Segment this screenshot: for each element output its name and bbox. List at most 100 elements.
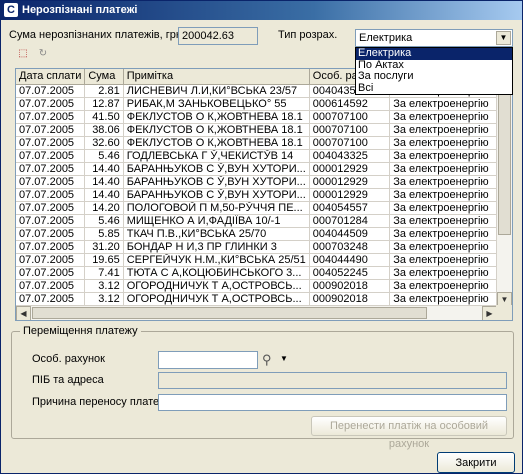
table-cell: За електроенергію	[389, 266, 512, 280]
table-cell: 000902018	[309, 292, 391, 306]
table-cell: СЕРГЕЙЧУК Н.М.,КИ°ВСЬКА 25/51	[123, 253, 310, 267]
horizontal-scrollbar[interactable]: ◀ ▶	[16, 305, 497, 320]
table-cell: 2.81	[84, 84, 124, 98]
table-cell: 07.07.2005	[16, 292, 86, 306]
table-cell: За електроенергію	[389, 240, 512, 254]
scroll-left-icon[interactable]: ◀	[16, 306, 31, 320]
table-body: 07.07.2005 2.81 ЛИСНЕВИЧ Л.И,КИ°ВСЬКА 23/5…	[16, 84, 512, 320]
table-row[interactable]: 07.07.2005 5.46 ГОДЛЕВСЬКА Г Ў,ЧЕКИСТЎВ 14…	[16, 149, 512, 163]
table-cell: 000703248	[309, 240, 391, 254]
type-select-value: Електрика	[359, 32, 413, 44]
table-row[interactable]: 07.07.2005 5.85 ТКАЧ П.В.,КИ°ВСЬКА 25/70 00…	[16, 227, 512, 241]
sum-value-field: 200042.63	[178, 27, 258, 45]
refresh-icon[interactable]: ↻	[36, 47, 50, 61]
chevron-down-icon[interactable]: ▼	[280, 354, 288, 363]
table-cell: 07.07.2005	[16, 214, 86, 228]
table-cell: 004043325	[309, 149, 391, 163]
table-row[interactable]: 07.07.2005 7.41 ТЮТА С А,КОЦЮБИНСЬКОГО 3..…	[16, 266, 512, 280]
table-row[interactable]: 07.07.2005 41.50 ФЕКЛУСТОВ О К,ЖОВТНЕВА 18…	[16, 110, 512, 124]
table-cell: 7.41	[84, 266, 124, 280]
vertical-scrollbar[interactable]: ▲ ▼	[496, 69, 512, 307]
table-cell: 004044509	[309, 227, 391, 241]
table-cell: 5.85	[84, 227, 124, 241]
table-cell: 3.12	[84, 279, 124, 293]
table-cell: РИБАК,М ЗАНЬКОВЕЦЬКО° 55	[123, 97, 310, 111]
table-cell: За електроенергію	[389, 201, 512, 215]
table-cell: За електроенергію	[389, 253, 512, 267]
account-input[interactable]	[158, 351, 258, 369]
table-cell: 004044490	[309, 253, 391, 267]
reason-input[interactable]	[158, 394, 507, 411]
type-select[interactable]: Електрика ▼	[355, 29, 513, 47]
close-button[interactable]: Закрити	[437, 452, 515, 473]
table-cell: 14.40	[84, 162, 124, 176]
table-row[interactable]: 07.07.2005 14.20 ПОЛОГОВОЙ П М,50-РЎЧЧЯ ПЕ…	[16, 201, 512, 215]
transfer-groupbox: Переміщення платежу Особ. рахунок ⚲ ▼ ПІ…	[11, 325, 514, 450]
table-cell: 5.46	[84, 149, 124, 163]
table-row[interactable]: 07.07.2005 14.40 БАРАНЊУКОВ С Ў,ВУН ХУТОРИ…	[16, 188, 512, 202]
export-icon[interactable]: ⬚	[16, 47, 30, 61]
type-label: Тип розрах.	[278, 29, 338, 41]
table-cell: 07.07.2005	[16, 240, 86, 254]
app-icon: C	[4, 3, 18, 17]
chevron-down-icon[interactable]: ▼	[496, 31, 511, 45]
table-cell: 07.07.2005	[16, 84, 86, 98]
table-cell: 32.60	[84, 136, 124, 150]
table-cell: 07.07.2005	[16, 110, 86, 124]
table-row[interactable]: 07.07.2005 12.87 РИБАК,М ЗАНЬКОВЕЦЬКО° 55 0…	[16, 97, 512, 111]
table-row[interactable]: 07.07.2005 3.12 ОГОРОДНИЧУК Т А,ОСТРОВСЬ..…	[16, 292, 512, 306]
table-cell: 000012929	[309, 162, 391, 176]
transfer-button[interactable]: Перенести платіж на особовий рахунок	[311, 416, 507, 450]
table-cell: 07.07.2005	[16, 175, 86, 189]
vertical-scroll-thumb[interactable]	[498, 85, 511, 235]
account-label: Особ. рахунок	[32, 353, 105, 365]
column-header[interactable]: Примітка	[123, 69, 310, 85]
column-header[interactable]: Дата сплати	[16, 69, 86, 85]
table-row[interactable]: 07.07.2005 3.12 ОГОРОДНИЧУК Т А,ОСТРОВСЬ..…	[16, 279, 512, 293]
table-row[interactable]: 07.07.2005 14.40 БАРАНЊУКОВ С Ў,ВУН ХУТОРИ…	[16, 175, 512, 189]
table-row[interactable]: 07.07.2005 38.06 ФЕКЛУСТОВ О К,ЖОВТНЕВА 18…	[16, 123, 512, 137]
table-cell: МИЩЕНКО А И,ФАДІЇВА 10/-1	[123, 214, 310, 228]
table-cell: 07.07.2005	[16, 123, 86, 137]
table-cell: 004052245	[309, 266, 391, 280]
table-cell: БАРАНЊУКОВ С Ў,ВУН ХУТОРИ...	[123, 175, 310, 189]
payments-table[interactable]: Дата сплатиСумаПриміткаОсоб. рахунокПриз…	[15, 68, 513, 321]
table-row[interactable]: 07.07.2005 19.65 СЕРГЕЙЧУК Н.М.,КИ°ВСЬКА 2…	[16, 253, 512, 267]
table-cell: 31.20	[84, 240, 124, 254]
scroll-right-icon[interactable]: ▶	[482, 306, 497, 320]
table-cell: 07.07.2005	[16, 162, 86, 176]
table-cell: ПОЛОГОВОЙ П М,50-РЎЧЧЯ ПЕ...	[123, 201, 310, 215]
table-cell: БОНДАР Н И,3 ПР ГЛИНКИ 3	[123, 240, 310, 254]
column-header[interactable]: Сума	[84, 69, 124, 85]
type-dropdown-list[interactable]: Електрика По Актах За послуги Всі	[355, 47, 513, 95]
table-row[interactable]: 07.07.2005 32.60 ФЕКЛУСТОВ О К,ЖОВТНЕВА 18…	[16, 136, 512, 150]
scroll-corner	[496, 305, 512, 320]
table-row[interactable]: 07.07.2005 5.46 МИЩЕНКО А И,ФАДІЇВА 10/-1 0…	[16, 214, 512, 228]
table-cell: За електроенергію	[389, 175, 512, 189]
table-cell: ЛИСНЕВИЧ Л.И,КИ°ВСЬКА 23/57	[123, 84, 310, 98]
table-row[interactable]: 07.07.2005 14.40 БАРАНЊУКОВ С Ў,ВУН ХУТОРИ…	[16, 162, 512, 176]
table-cell: 14.40	[84, 175, 124, 189]
table-cell: БАРАНЊУКОВ С Ў,ВУН ХУТОРИ...	[123, 188, 310, 202]
table-cell: ТКАЧ П.В.,КИ°ВСЬКА 25/70	[123, 227, 310, 241]
dropdown-option[interactable]: Електрика	[356, 48, 512, 60]
table-cell: 07.07.2005	[16, 136, 86, 150]
payments-grid: Дата сплатиСумаПриміткаОсоб. рахунокПриз…	[16, 69, 512, 320]
window-title: Нерозпізнані платежі	[22, 4, 138, 16]
table-cell: За електроенергію	[389, 136, 512, 150]
table-cell: 004054557	[309, 201, 391, 215]
table-cell: 07.07.2005	[16, 149, 86, 163]
table-cell: 000012929	[309, 175, 391, 189]
magnifier-icon[interactable]: ⚲	[262, 352, 272, 368]
table-row[interactable]: 07.07.2005 31.20 БОНДАР Н И,3 ПР ГЛИНКИ 30…	[16, 240, 512, 254]
table-cell: ФЕКЛУСТОВ О К,ЖОВТНЕВА 18.1	[123, 123, 310, 137]
horizontal-scroll-thumb[interactable]	[32, 307, 427, 319]
table-cell: 5.46	[84, 214, 124, 228]
table-cell: За електроенергію	[389, 279, 512, 293]
dropdown-option[interactable]: За послуги	[356, 71, 512, 83]
table-cell: 000707100	[309, 110, 391, 124]
table-cell: 3.12	[84, 292, 124, 306]
table-cell: 000902018	[309, 279, 391, 293]
table-cell: 07.07.2005	[16, 227, 86, 241]
dropdown-option[interactable]: Всі	[356, 82, 512, 95]
